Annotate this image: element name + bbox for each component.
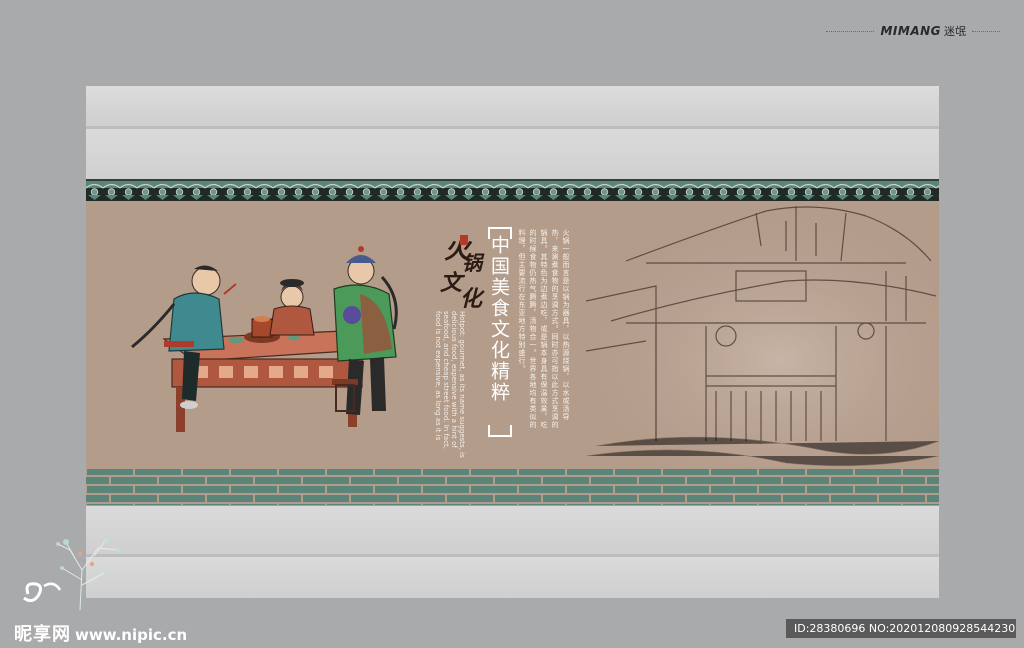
brand-name-cn: 迷氓 <box>944 25 966 38</box>
brick-border <box>86 467 939 506</box>
brand-name-en: MIMANG <box>880 24 941 38</box>
title-bracket-bottom <box>488 425 512 437</box>
nipic-tree-logo <box>23 537 121 611</box>
english-body-text: Hotpot: gourmet, as its name suggests, i… <box>434 311 466 458</box>
hotpot-diners-illustration <box>131 246 398 432</box>
watermark-site-name: 昵享网 <box>14 624 71 645</box>
wall-mockup: 火 锅 文 化 Hotpot: gourmet, as its name sug… <box>86 86 939 598</box>
svg-text:化: 化 <box>460 286 485 308</box>
wall-band-bottom <box>86 557 939 598</box>
brand-dotted-line <box>826 30 875 32</box>
wall-band-bottom-upper <box>86 506 939 557</box>
watermark-site: 昵享网 www.nipic.cn <box>14 620 187 646</box>
watermark-site-url: www.nipic.cn <box>75 626 188 644</box>
brand-dotted-line-end <box>972 30 1000 32</box>
wall-band-top-lower <box>86 129 939 179</box>
roof-tile-pattern <box>86 179 939 201</box>
brick-pattern <box>86 469 939 505</box>
brand-header: MIMANG 迷氓 <box>826 22 1000 40</box>
red-seal-stamp <box>460 235 468 245</box>
chinese-body-text: 火锅一般而言是以锅为器具，以热源烧锅，以水或汤导热，来涮煮食物的烹调方式。同时亦… <box>518 229 570 429</box>
poster-title: 中国美食文化精粹 <box>488 235 510 403</box>
pavilion-illustration <box>586 201 939 467</box>
svg-text:锅: 锅 <box>462 251 485 275</box>
image-id-bar: ID:28380696 NO:20201208092854423085 <box>786 619 1016 638</box>
wall-band-top <box>86 86 939 129</box>
roof-tile-eave <box>86 179 939 201</box>
poster-panel: 火 锅 文 化 Hotpot: gourmet, as its name sug… <box>86 201 939 467</box>
